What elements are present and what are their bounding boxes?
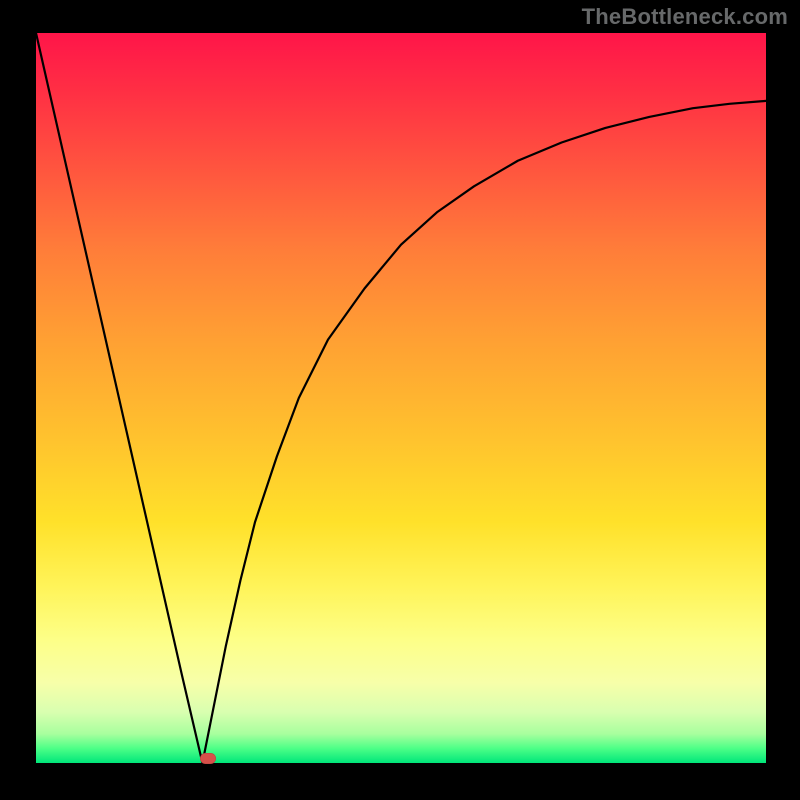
curve-layer bbox=[36, 33, 766, 763]
highlight-marker bbox=[200, 753, 216, 764]
plot-area bbox=[36, 33, 766, 763]
watermark-text: TheBottleneck.com bbox=[582, 4, 788, 30]
chart-canvas: TheBottleneck.com bbox=[0, 0, 800, 800]
primary-curve bbox=[36, 33, 766, 763]
